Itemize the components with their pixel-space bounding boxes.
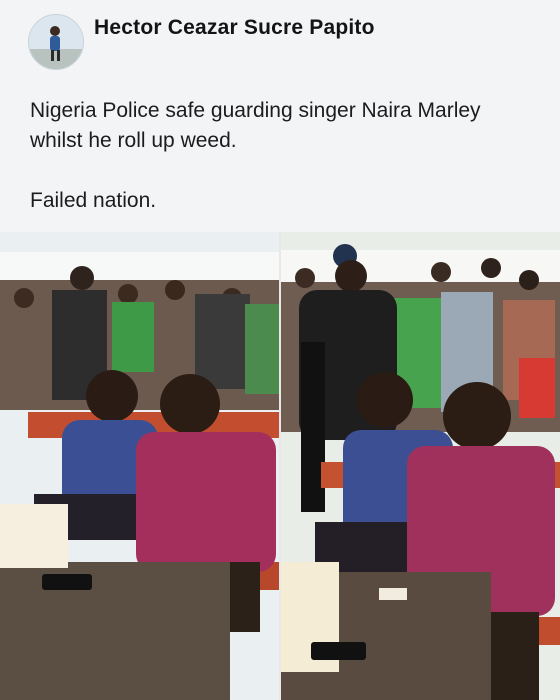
avatar[interactable] bbox=[28, 14, 84, 70]
post-text-line: Nigeria Police safe guarding singer Nair… bbox=[30, 99, 481, 122]
post-text-line: whilst he roll up weed. bbox=[30, 129, 237, 152]
photo-collage bbox=[0, 232, 560, 700]
right-photo[interactable] bbox=[281, 232, 560, 700]
left-photo[interactable] bbox=[0, 232, 279, 700]
post-text-line: Failed nation. bbox=[30, 189, 157, 212]
post-header: Hector Ceazar Sucre Papito bbox=[0, 0, 560, 80]
avatar-image bbox=[29, 15, 83, 69]
post-text: Nigeria Police safe guarding singer Nair… bbox=[30, 96, 540, 216]
photo-icon bbox=[281, 232, 560, 700]
photo-icon bbox=[0, 232, 279, 700]
author-name[interactable]: Hector Ceazar Sucre Papito bbox=[94, 16, 375, 40]
